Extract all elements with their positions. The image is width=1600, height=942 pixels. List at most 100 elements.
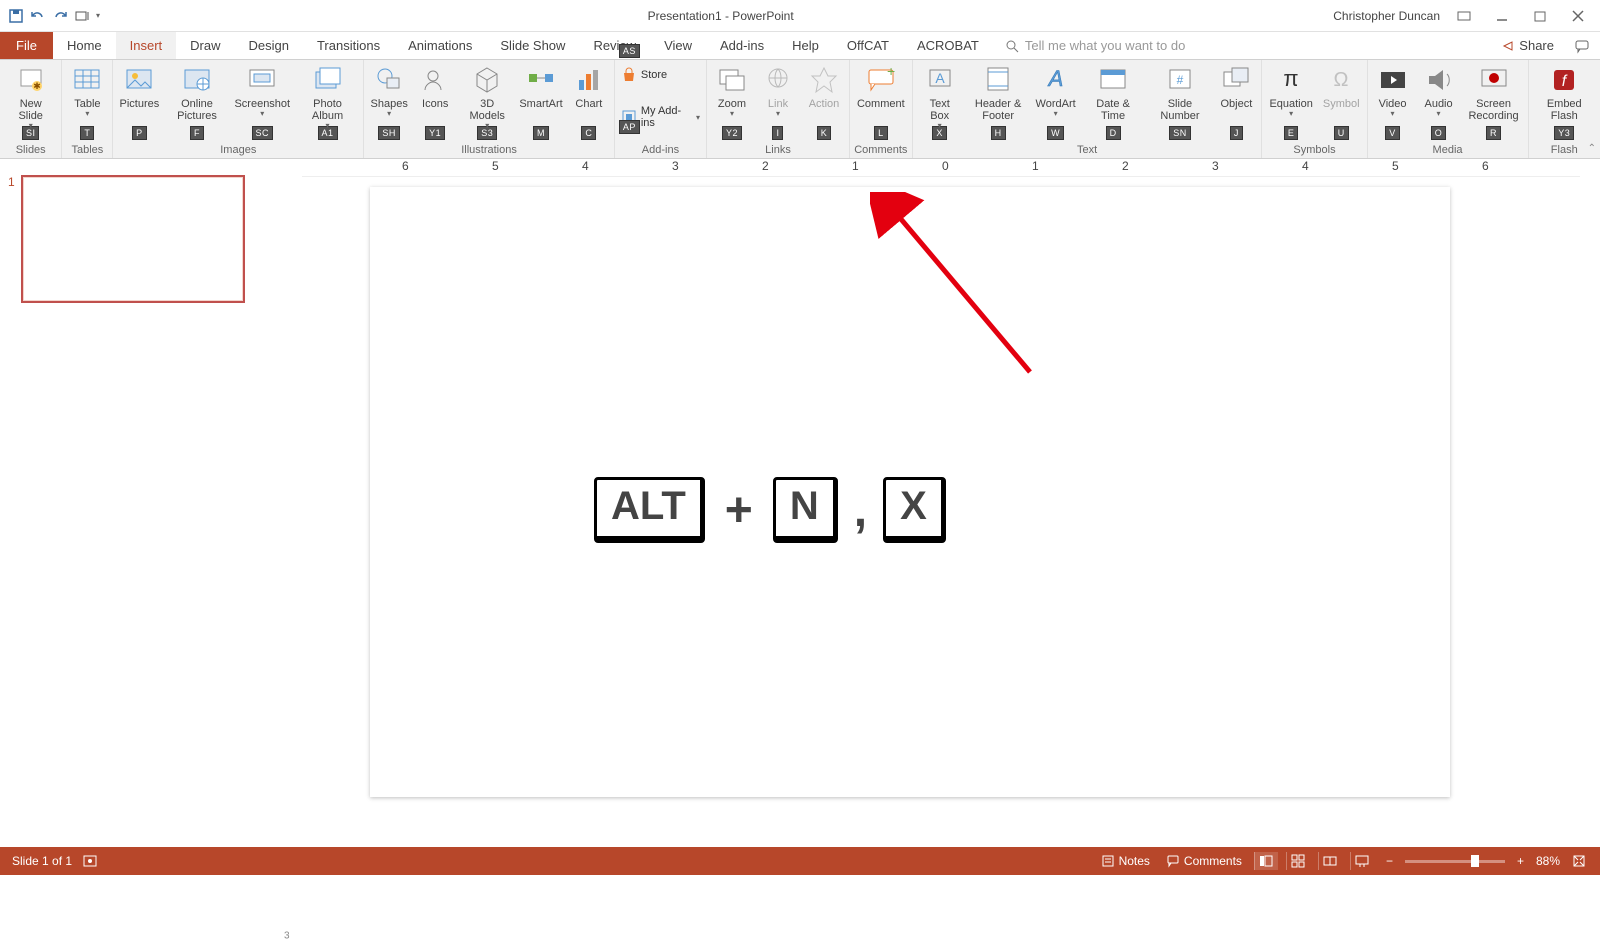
keycap-alt: ALT bbox=[594, 477, 705, 543]
comment-button[interactable]: +CommentL bbox=[854, 62, 908, 136]
chart-label: Chart bbox=[575, 98, 602, 110]
tab-acrobat[interactable]: ACROBAT bbox=[903, 32, 993, 59]
screenshot-icon bbox=[246, 64, 278, 96]
screenshot-button[interactable]: ScreenshotSC bbox=[233, 62, 292, 136]
tab-addins[interactable]: Add-ins bbox=[706, 32, 778, 59]
icons-button[interactable]: IconsY1 bbox=[414, 62, 456, 136]
link-label: Link bbox=[768, 98, 788, 110]
slide-indicator[interactable]: Slide 1 of 1 bbox=[12, 854, 72, 868]
zoom-button[interactable]: ZoomY2 bbox=[711, 62, 753, 136]
zoom-out-button[interactable]: − bbox=[1382, 854, 1397, 868]
zoom-slider[interactable] bbox=[1405, 860, 1505, 863]
ruler-horizontal: 6 5 4 3 2 1 0 1 2 3 4 5 6 bbox=[302, 159, 1580, 177]
video-button[interactable]: VideoV bbox=[1372, 62, 1414, 136]
reading-view-icon[interactable] bbox=[1318, 852, 1342, 870]
keytip: SC bbox=[252, 126, 274, 140]
3d-models-button[interactable]: 3D ModelsS3 bbox=[460, 62, 514, 136]
tab-animations[interactable]: Animations bbox=[394, 32, 486, 59]
audio-button[interactable]: AudioO bbox=[1418, 62, 1460, 136]
keytip: Y3 bbox=[1554, 126, 1574, 140]
wordart-button[interactable]: AWordArtW bbox=[1034, 62, 1078, 136]
tab-slideshow[interactable]: Slide Show bbox=[486, 32, 579, 59]
screenrecording-icon bbox=[1478, 64, 1510, 96]
screenrecording-button[interactable]: Screen RecordingR bbox=[1464, 62, 1524, 136]
title-bar: ▾ Presentation1 - PowerPoint Christopher… bbox=[0, 0, 1600, 32]
comment-icon: + bbox=[865, 64, 897, 96]
close-icon[interactable] bbox=[1564, 6, 1592, 26]
symbol-icon: Ω bbox=[1325, 64, 1357, 96]
qat-customize[interactable]: ▾ bbox=[96, 11, 100, 20]
tell-me-input[interactable]: Tell me what you want to do bbox=[1025, 38, 1185, 53]
ruler-h-num: 0 bbox=[942, 159, 949, 173]
equation-icon: π bbox=[1275, 64, 1307, 96]
zoom-level[interactable]: 88% bbox=[1536, 854, 1560, 868]
tab-view[interactable]: View bbox=[650, 32, 706, 59]
header-footer-button[interactable]: Header & FooterH bbox=[967, 62, 1030, 136]
fit-to-window-icon[interactable] bbox=[1568, 854, 1590, 868]
embed-flash-button[interactable]: fEmbed FlashY3 bbox=[1533, 62, 1596, 136]
share-label: Share bbox=[1519, 38, 1554, 53]
keytip: E bbox=[1284, 126, 1299, 140]
table-button[interactable]: Table T bbox=[66, 62, 108, 136]
tab-design[interactable]: Design bbox=[235, 32, 303, 59]
smartart-button[interactable]: SmartArtM bbox=[518, 62, 564, 136]
screenrecording-label: Screen Recording bbox=[1467, 98, 1521, 122]
datetime-button[interactable]: Date & TimeD bbox=[1082, 62, 1145, 136]
group-links: ZoomY2 LinkI ActionK Links bbox=[707, 60, 850, 158]
action-icon bbox=[808, 64, 840, 96]
normal-view-icon[interactable] bbox=[1254, 852, 1278, 870]
ribbon-tabs: File Home Insert Draw Design Transitions… bbox=[0, 32, 1600, 60]
keytip: Y2 bbox=[722, 126, 742, 140]
tab-insert[interactable]: Insert bbox=[116, 32, 177, 59]
shapes-button[interactable]: ShapesSH bbox=[368, 62, 410, 136]
slide-canvas[interactable]: ALT + N , X bbox=[370, 187, 1450, 797]
minimize-icon[interactable] bbox=[1488, 6, 1516, 26]
share-button[interactable]: Share bbox=[1491, 32, 1564, 59]
table-icon bbox=[71, 64, 103, 96]
store-button[interactable]: Store AS bbox=[619, 66, 702, 84]
tab-home[interactable]: Home bbox=[53, 32, 116, 59]
slideshow-view-icon[interactable] bbox=[1350, 852, 1374, 870]
maximize-icon[interactable] bbox=[1526, 6, 1554, 26]
accessibility-icon[interactable] bbox=[82, 853, 98, 869]
photo-album-button[interactable]: Photo AlbumA1 bbox=[296, 62, 359, 136]
group-text: AText BoxX Header & FooterH AWordArtW Da… bbox=[913, 60, 1263, 158]
collapse-ribbon-icon[interactable]: ⌃ bbox=[1588, 143, 1596, 154]
group-addins: Store AS My Add-ins ▾ AP Add-ins bbox=[615, 60, 707, 158]
group-symbols: πEquationE ΩSymbolU Symbols bbox=[1262, 60, 1367, 158]
object-button[interactable]: ObjectJ bbox=[1215, 62, 1257, 136]
notes-button[interactable]: Notes bbox=[1097, 854, 1154, 868]
icons-icon bbox=[419, 64, 451, 96]
comment-label: Comment bbox=[857, 98, 905, 110]
pictures-button[interactable]: PicturesP bbox=[117, 62, 161, 136]
textbox-button[interactable]: AText BoxX bbox=[917, 62, 963, 136]
chart-button[interactable]: ChartC bbox=[568, 62, 610, 136]
embed-flash-icon: f bbox=[1548, 64, 1580, 96]
ribbon-display-options-icon[interactable] bbox=[1450, 6, 1478, 26]
tab-draw[interactable]: Draw bbox=[176, 32, 234, 59]
tab-help[interactable]: Help bbox=[778, 32, 833, 59]
equation-button[interactable]: πEquationE bbox=[1266, 62, 1315, 136]
start-from-beginning-icon[interactable] bbox=[74, 8, 90, 24]
comments-button[interactable]: Comments bbox=[1162, 854, 1246, 868]
svg-text:#: # bbox=[1177, 73, 1184, 87]
tab-offcat[interactable]: OffCAT bbox=[833, 32, 903, 59]
online-pictures-button[interactable]: Online PicturesF bbox=[165, 62, 228, 136]
slide-editor[interactable]: 6 5 4 3 2 1 0 1 2 3 4 5 6 ALT + N bbox=[270, 159, 1600, 847]
tab-file[interactable]: File bbox=[0, 32, 53, 59]
my-addins-button[interactable]: My Add-ins ▾ AP bbox=[619, 104, 702, 130]
tab-transitions[interactable]: Transitions bbox=[303, 32, 394, 59]
user-name[interactable]: Christopher Duncan bbox=[1333, 9, 1440, 23]
slidenumber-button[interactable]: #Slide NumberSN bbox=[1149, 62, 1212, 136]
new-slide-button[interactable]: ✱ New Slide SI bbox=[4, 62, 57, 136]
symbol-button: ΩSymbolU bbox=[1320, 62, 1363, 136]
slide-thumbnail-1[interactable] bbox=[21, 175, 245, 303]
slidenumber-label: Slide Number bbox=[1152, 98, 1209, 122]
undo-icon[interactable] bbox=[30, 8, 46, 24]
zoom-in-button[interactable]: + bbox=[1513, 854, 1528, 868]
slide-thumbnail-panel[interactable]: 1 bbox=[0, 159, 270, 847]
feedback-icon[interactable] bbox=[1564, 32, 1600, 59]
slidesorter-view-icon[interactable] bbox=[1286, 852, 1310, 870]
redo-icon[interactable] bbox=[52, 8, 68, 24]
save-icon[interactable] bbox=[8, 8, 24, 24]
